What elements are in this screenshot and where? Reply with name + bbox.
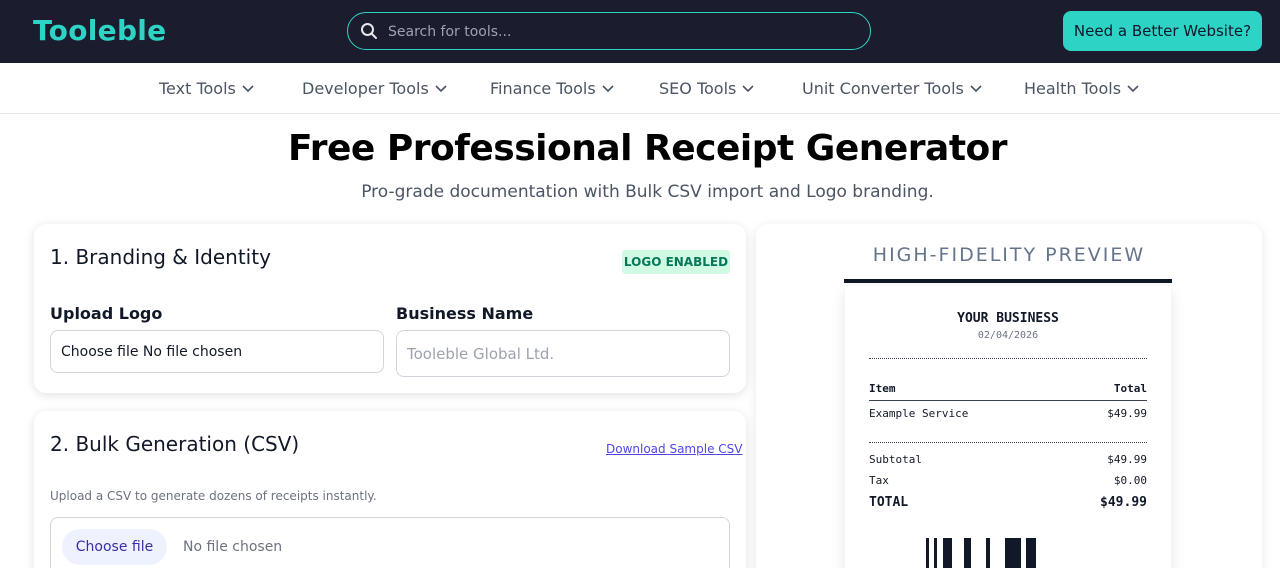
tax-label: Tax (869, 474, 889, 487)
search-icon (361, 23, 377, 39)
csv-upload-zone[interactable]: Choose file No file chosen (50, 517, 730, 568)
nav-item-label: Health Tools (1024, 79, 1122, 98)
chevron-down-icon (1127, 84, 1139, 92)
line-item-name: Example Service (869, 407, 969, 420)
chevron-down-icon (970, 84, 982, 92)
upload-logo-label: Upload Logo (50, 304, 163, 323)
nav-item-health-tools[interactable]: Health Tools (1024, 79, 1139, 98)
nav-item-text-tools[interactable]: Text Tools (159, 79, 254, 98)
receipt-business-name: YOUR BUSINESS (957, 311, 1059, 326)
receipt-header-rule (869, 400, 1147, 401)
receipt-date: 02/04/2026 (977, 330, 1039, 341)
chevron-down-icon (602, 84, 614, 92)
preview-divider (844, 279, 1172, 283)
receipt-divider (869, 358, 1147, 359)
nav-item-seo-tools[interactable]: SEO Tools (659, 79, 754, 98)
total-label: TOTAL (869, 495, 909, 510)
preview-panel: HIGH-FIDELITY PREVIEW YOUR BUSINESS 02/0… (756, 224, 1262, 568)
receipt-subtotal-row: Subtotal $49.99 (869, 453, 1147, 466)
branding-card: 1. Branding & Identity LOGO ENABLED Uplo… (34, 224, 746, 393)
logo-enabled-badge: LOGO ENABLED (622, 250, 730, 274)
receipt-preview: YOUR BUSINESS 02/04/2026 Item Total Exam… (845, 286, 1171, 568)
need-better-website-button[interactable]: Need a Better Website? (1063, 11, 1262, 51)
business-name-label: Business Name (396, 304, 534, 323)
total-value: $49.99 (1100, 495, 1147, 510)
search-input[interactable] (388, 20, 848, 44)
receipt-tax-row: Tax $0.00 (869, 474, 1147, 487)
tax-value: $0.00 (1113, 474, 1147, 487)
subtotal-label: Subtotal (869, 453, 922, 466)
search-bar[interactable] (347, 12, 871, 50)
bulk-generation-card: 2. Bulk Generation (CSV) Download Sample… (34, 411, 746, 568)
category-nav: Text Tools Developer Tools Finance Tools… (0, 63, 1280, 114)
bulk-card-title: 2. Bulk Generation (CSV) (50, 432, 300, 456)
top-header: Tooleble Need a Better Website? (0, 0, 1280, 63)
chevron-down-icon (435, 84, 447, 92)
branding-card-title: 1. Branding & Identity (50, 245, 271, 269)
upload-logo-input[interactable]: Choose file No file chosen (50, 330, 384, 373)
nav-item-label: Developer Tools (302, 79, 429, 98)
site-logo[interactable]: Tooleble (33, 14, 166, 47)
nav-item-label: SEO Tools (659, 79, 737, 98)
receipt-total-row: TOTAL $49.99 (869, 495, 1147, 510)
chevron-down-icon (242, 84, 254, 92)
receipt-header-row: Item Total (869, 382, 1147, 395)
nav-item-finance-tools[interactable]: Finance Tools (490, 79, 614, 98)
receipt-col-item: Item (869, 382, 896, 395)
bulk-hint-text: Upload a CSV to generate dozens of recei… (50, 489, 377, 503)
receipt-col-total: Total (1113, 382, 1147, 395)
choose-file-button[interactable]: Choose file (62, 529, 167, 565)
page-title: Free Professional Receipt Generator (287, 128, 1008, 169)
subtotal-value: $49.99 (1107, 453, 1147, 466)
nav-item-developer-tools[interactable]: Developer Tools (302, 79, 447, 98)
line-item-amount: $49.99 (1107, 407, 1147, 420)
nav-item-label: Unit Converter Tools (802, 79, 964, 98)
receipt-line-item: Example Service $49.99 (869, 407, 1147, 420)
preview-title: HIGH-FIDELITY PREVIEW (872, 244, 1146, 266)
nav-item-unit-converter-tools[interactable]: Unit Converter Tools (802, 79, 982, 98)
barcode-icon (926, 538, 1036, 568)
chevron-down-icon (742, 84, 754, 92)
page-subtitle: Pro-grade documentation with Bulk CSV im… (361, 182, 934, 202)
business-name-input[interactable] (396, 330, 730, 377)
nav-item-label: Text Tools (159, 79, 236, 98)
receipt-divider (869, 442, 1147, 443)
nav-item-label: Finance Tools (490, 79, 596, 98)
no-file-chosen-text: No file chosen (183, 539, 283, 555)
download-sample-csv-link[interactable]: Download Sample CSV (606, 442, 742, 456)
